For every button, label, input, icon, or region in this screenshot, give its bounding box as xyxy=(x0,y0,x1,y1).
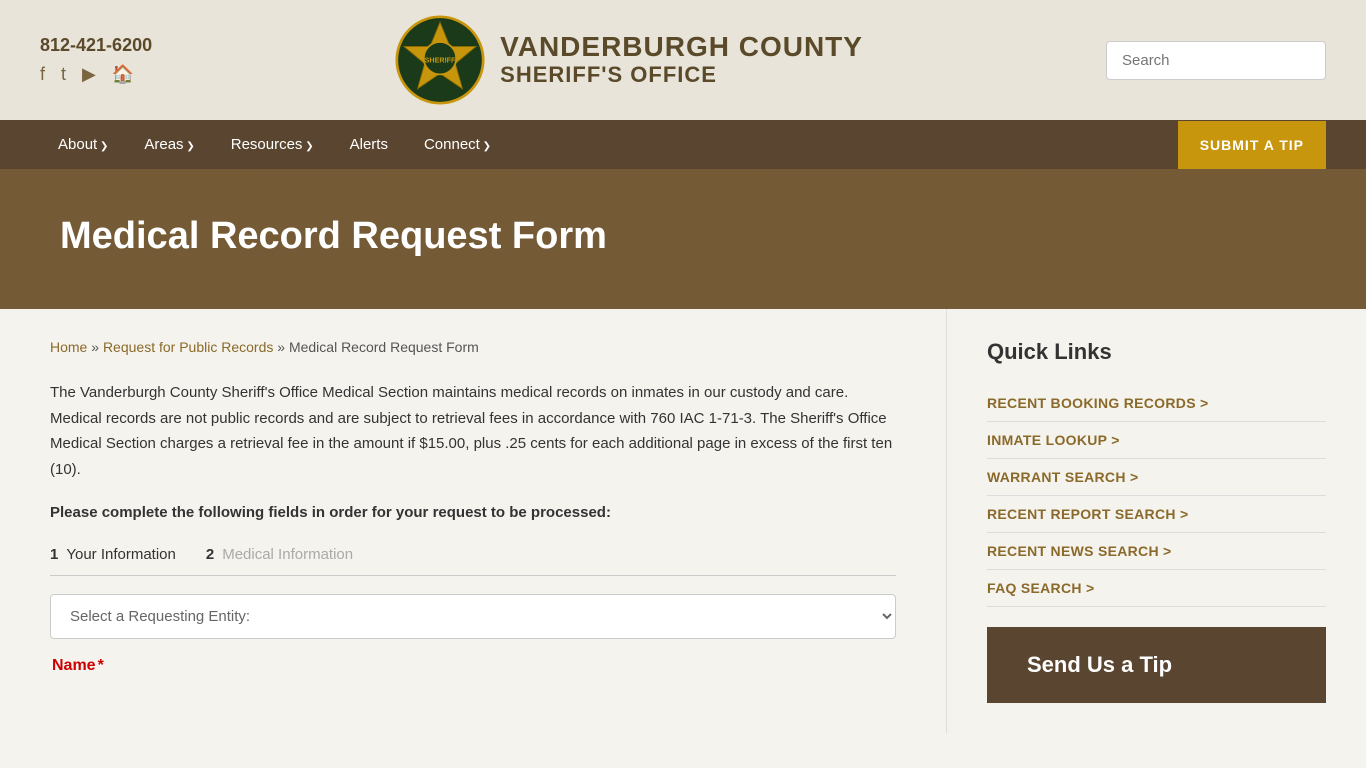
instruction-text: Please complete the following fields in … xyxy=(50,504,896,521)
step2-label: Medical Information xyxy=(222,546,353,563)
nav-item-resources: Resources xyxy=(213,120,332,169)
main-layout: Home » Request for Public Records » Medi… xyxy=(0,309,1366,733)
quick-link-recent-report[interactable]: RECENT REPORT Search > xyxy=(987,496,1326,533)
hero-title: Medical Record Request Form xyxy=(60,215,607,258)
site-logo[interactable]: SHERIFF VANDERBURGH COUNTY SHERIFF'S OFF… xyxy=(395,15,863,105)
svg-text:SHERIFF: SHERIFF xyxy=(425,56,456,65)
name-field-label: Name xyxy=(52,657,96,674)
nav-item-alerts: Alerts xyxy=(332,120,406,169)
name-required-marker: * xyxy=(98,657,104,674)
nav-item-connect: Connect xyxy=(406,120,509,169)
logo-title: VANDERBURGH COUNTY xyxy=(500,32,863,63)
step1-number: 1 xyxy=(50,546,58,563)
step-2: 2 Medical Information xyxy=(206,546,353,563)
phone-number: 812-421-6200 xyxy=(40,35,152,56)
breadcrumb-home[interactable]: Home xyxy=(50,339,87,355)
logo-subtitle: SHERIFF'S OFFICE xyxy=(500,62,863,88)
step2-number: 2 xyxy=(206,546,214,563)
form-steps: 1 Your Information 2 Medical Information xyxy=(50,546,896,576)
nav-link-connect[interactable]: Connect xyxy=(406,120,509,169)
send-tip-section: Send Us a Tip xyxy=(987,627,1326,703)
breadcrumb: Home » Request for Public Records » Medi… xyxy=(50,339,896,355)
breadcrumb-current: Medical Record Request Form xyxy=(289,339,479,355)
nav-link-areas[interactable]: Areas xyxy=(126,120,212,169)
nav-link-about[interactable]: About xyxy=(40,120,126,169)
intro-text: The Vanderburgh County Sheriff's Office … xyxy=(50,380,896,482)
quick-link-faq[interactable]: FAQ Search > xyxy=(987,570,1326,607)
facebook-icon[interactable]: f xyxy=(40,64,45,85)
social-links: f t ▶ 🏠 xyxy=(40,64,152,85)
logo-text: VANDERBURGH COUNTY SHERIFF'S OFFICE xyxy=(500,32,863,89)
content-area: Home » Request for Public Records » Medi… xyxy=(0,309,946,733)
sidebar: Quick Links RECENT BOOKING Records > INM… xyxy=(946,309,1366,733)
nav-item-about: About xyxy=(40,120,126,169)
submit-tip-button[interactable]: SUBMIT A TIP xyxy=(1178,121,1326,169)
twitter-icon[interactable]: t xyxy=(61,64,66,85)
nav-item-areas: Areas xyxy=(126,120,212,169)
sheriff-badge-icon: SHERIFF xyxy=(395,15,485,105)
step1-label: Your Information xyxy=(66,546,176,563)
quick-link-booking[interactable]: RECENT BOOKING Records > xyxy=(987,385,1326,422)
step-1: 1 Your Information xyxy=(50,546,176,563)
breadcrumb-sep2: » xyxy=(277,339,289,355)
building-icon[interactable]: 🏠 xyxy=(112,64,134,85)
nav-link-resources[interactable]: Resources xyxy=(213,120,332,169)
quick-links-title: Quick Links xyxy=(987,339,1326,365)
nav-items: About Areas Resources Alerts Connect xyxy=(40,120,1178,169)
quick-link-warrant[interactable]: WARRANT Search > xyxy=(987,459,1326,496)
send-tip-title: Send Us a Tip xyxy=(1027,652,1286,678)
nav-link-alerts[interactable]: Alerts xyxy=(332,120,406,169)
header-left: 812-421-6200 f t ▶ 🏠 xyxy=(40,35,152,85)
breadcrumb-parent[interactable]: Request for Public Records xyxy=(103,339,273,355)
breadcrumb-sep1: » xyxy=(91,339,103,355)
quick-link-recent-news[interactable]: RECENT NEWS Search > xyxy=(987,533,1326,570)
youtube-icon[interactable]: ▶ xyxy=(82,64,96,85)
site-header: 812-421-6200 f t ▶ 🏠 SHERIFF VANDERBURGH… xyxy=(0,0,1366,120)
main-nav: About Areas Resources Alerts Connect SUB… xyxy=(0,120,1366,169)
requesting-entity-select[interactable]: Select a Requesting Entity: xyxy=(50,594,896,639)
quick-link-inmate[interactable]: INMATE Lookup > xyxy=(987,422,1326,459)
hero-banner: Medical Record Request Form xyxy=(0,169,1366,309)
header-search-area xyxy=(1106,41,1326,80)
search-input[interactable] xyxy=(1106,41,1326,80)
name-label-container: Name* xyxy=(50,657,896,675)
